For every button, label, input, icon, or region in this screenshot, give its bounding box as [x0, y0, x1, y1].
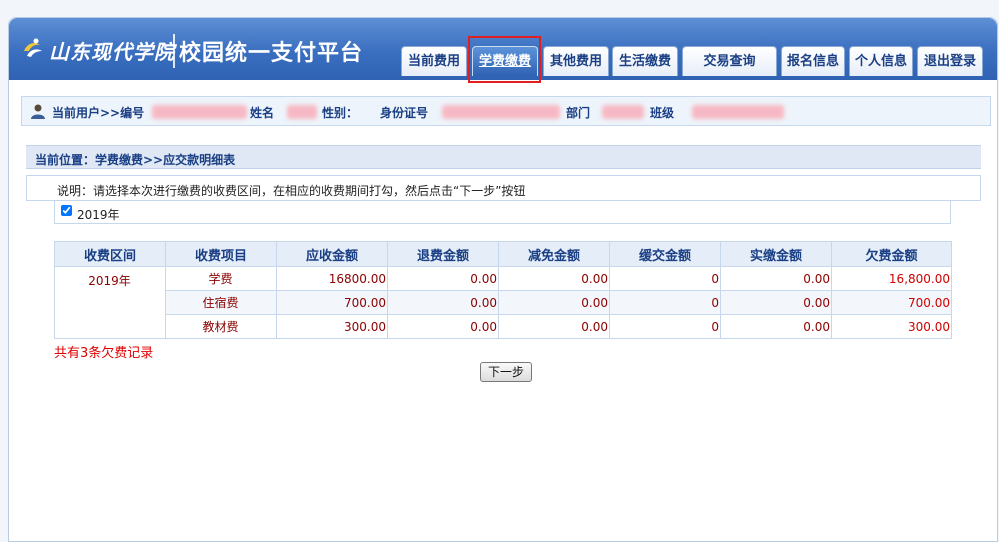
owed-cell: 300.00 — [831, 314, 952, 339]
id-card-label: 身份证号 — [380, 106, 429, 120]
redacted-class — [692, 105, 784, 119]
user-info-bar: 当前用户>>编号 姓名 性别： 身份证号 部门 班级 — [21, 96, 991, 126]
instruction-text: 说明：请选择本次进行缴费的收费区间，在相应的收费期间打勾，然后点击“下一步”按钮 — [57, 184, 526, 198]
paid-cell: 0.00 — [720, 314, 832, 339]
period-selector: 2019年 — [54, 201, 951, 224]
nav-current-fees[interactable]: 当前费用 — [401, 46, 467, 76]
nav-registration-info[interactable]: 报名信息 — [781, 46, 845, 76]
col-header-owed: 欠费金额 — [831, 241, 952, 267]
fee-detail-table: 收费区间 收费项目 应收金额 退费金额 减免金额 缓交金额 实缴金额 欠费金额 … — [54, 241, 952, 339]
nav-other-fees[interactable]: 其他费用 — [543, 46, 609, 76]
nav-transaction-query[interactable]: 交易查询 — [682, 46, 777, 76]
refund-cell: 0.00 — [387, 290, 499, 315]
arrears-summary: 共有3条欠费记录 — [54, 346, 154, 361]
paid-cell: 0.00 — [720, 266, 832, 291]
col-header-receivable: 应收金额 — [276, 241, 388, 267]
owed-cell: 700.00 — [831, 290, 952, 315]
table-row: 住宿费 700.00 0.00 0.00 0 0.00 700.00 — [55, 290, 952, 315]
school-name-logo: 山东现代学院 — [49, 40, 175, 64]
table-header-row: 收费区间 收费项目 应收金额 退费金额 减免金额 缓交金额 实缴金额 欠费金额 — [54, 241, 952, 267]
platform-title: 校园统一支付平台 — [179, 41, 364, 66]
redacted-id-card — [442, 105, 560, 119]
current-user-label: 当前用户>>编号 — [52, 106, 145, 120]
table-row: 2019年 学费 16800.00 0.00 0.00 0 0.00 16,80… — [54, 266, 952, 339]
reduction-cell: 0.00 — [498, 266, 610, 291]
class-label: 班级 — [650, 106, 675, 120]
receivable-cell: 16800.00 — [276, 266, 388, 291]
receivable-cell: 700.00 — [276, 290, 388, 315]
tab-highlight-box — [468, 36, 541, 83]
reduction-cell: 0.00 — [498, 290, 610, 315]
redacted-id — [152, 105, 247, 119]
table-row: 教材费 300.00 0.00 0.00 0 0.00 300.00 — [55, 314, 952, 339]
logo-divider — [173, 34, 175, 68]
col-header-item: 收费项目 — [165, 241, 277, 267]
breadcrumb: 当前位置：学费缴费>>应交款明细表 — [26, 145, 981, 169]
deferred-cell: 0 — [609, 314, 721, 339]
period-checkbox[interactable] — [61, 205, 72, 216]
app-frame: 山东现代学院 校园统一支付平台 当前费用 学费缴费 其他费用 生活缴费 交易查询… — [8, 17, 998, 542]
breadcrumb-text: 当前位置：学费缴费>>应交款明细表 — [35, 153, 236, 167]
paid-cell: 0.00 — [720, 290, 832, 315]
next-step-button[interactable]: 下一步 — [480, 362, 532, 382]
reduction-cell: 0.00 — [498, 314, 610, 339]
nav-living-payment[interactable]: 生活缴费 — [612, 46, 678, 76]
instruction-box: 说明：请选择本次进行缴费的收费区间，在相应的收费期间打勾，然后点击“下一步”按钮 — [26, 175, 981, 201]
receivable-cell: 300.00 — [276, 314, 388, 339]
refund-cell: 0.00 — [387, 314, 499, 339]
col-header-period: 收费区间 — [54, 241, 166, 267]
item-cell: 学费 — [165, 266, 277, 291]
refund-cell: 0.00 — [387, 266, 499, 291]
col-header-reduction: 减免金额 — [498, 241, 610, 267]
col-header-paid: 实缴金额 — [720, 241, 832, 267]
col-header-refund: 退费金额 — [387, 241, 499, 267]
redacted-department — [602, 105, 644, 119]
user-avatar-icon — [31, 104, 45, 119]
item-cell: 教材费 — [165, 314, 277, 339]
item-cell: 住宿费 — [165, 290, 277, 315]
deferred-cell: 0 — [609, 266, 721, 291]
owed-cell: 16,800.00 — [831, 266, 952, 291]
department-label: 部门 — [566, 106, 591, 120]
period-label: 2019年 — [77, 208, 120, 222]
col-header-deferred: 缓交金额 — [609, 241, 721, 267]
nav-logout[interactable]: 退出登录 — [917, 46, 983, 76]
gender-label: 性别： — [322, 106, 359, 120]
name-label: 姓名 — [250, 106, 275, 120]
redacted-name — [287, 105, 317, 119]
period-cell: 2019年 — [54, 266, 166, 339]
deferred-cell: 0 — [609, 290, 721, 315]
nav-personal-info[interactable]: 个人信息 — [849, 46, 913, 76]
school-logo-icon — [24, 38, 42, 57]
